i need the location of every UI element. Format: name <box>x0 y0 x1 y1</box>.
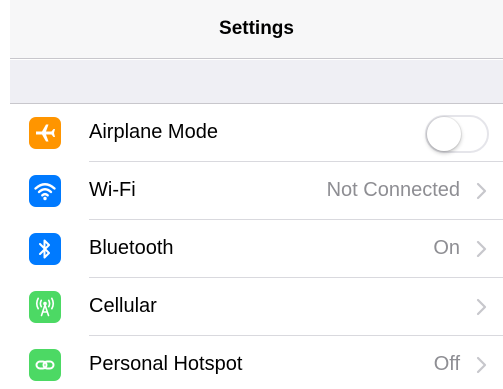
row-personal-hotspot[interactable]: Personal Hotspot Off <box>10 336 503 389</box>
bluetooth-icon <box>29 233 61 265</box>
row-value: Off <box>433 353 460 375</box>
row-cellular[interactable]: Cellular <box>10 278 503 336</box>
toggle-knob <box>427 117 461 151</box>
navigation-bar: Settings <box>10 0 503 59</box>
settings-list: Airplane Mode Wi-Fi Not Connected Blueto… <box>10 104 503 389</box>
hotspot-icon <box>29 349 61 381</box>
chevron-right-icon <box>475 239 489 259</box>
row-value: Not Connected <box>326 179 460 201</box>
row-label: Personal Hotspot <box>89 353 243 375</box>
row-wifi[interactable]: Wi-Fi Not Connected <box>10 162 503 220</box>
chevron-right-icon <box>475 355 489 375</box>
section-spacer <box>10 60 503 104</box>
row-bluetooth[interactable]: Bluetooth On <box>10 220 503 278</box>
airplane-icon <box>29 117 61 149</box>
chevron-right-icon <box>475 181 489 201</box>
settings-screen: Settings Airplane Mode Wi-Fi Not Connect… <box>0 0 503 389</box>
row-label: Bluetooth <box>89 237 174 259</box>
row-value: On <box>433 237 460 259</box>
page-title: Settings <box>219 18 294 39</box>
chevron-right-icon <box>475 297 489 317</box>
row-label: Cellular <box>89 295 157 317</box>
row-label: Airplane Mode <box>89 121 218 143</box>
cellular-antenna-icon <box>29 291 61 323</box>
airplane-mode-toggle[interactable] <box>425 115 489 153</box>
row-airplane-mode[interactable]: Airplane Mode <box>10 104 503 162</box>
wifi-icon <box>29 175 61 207</box>
row-label: Wi-Fi <box>89 179 136 201</box>
